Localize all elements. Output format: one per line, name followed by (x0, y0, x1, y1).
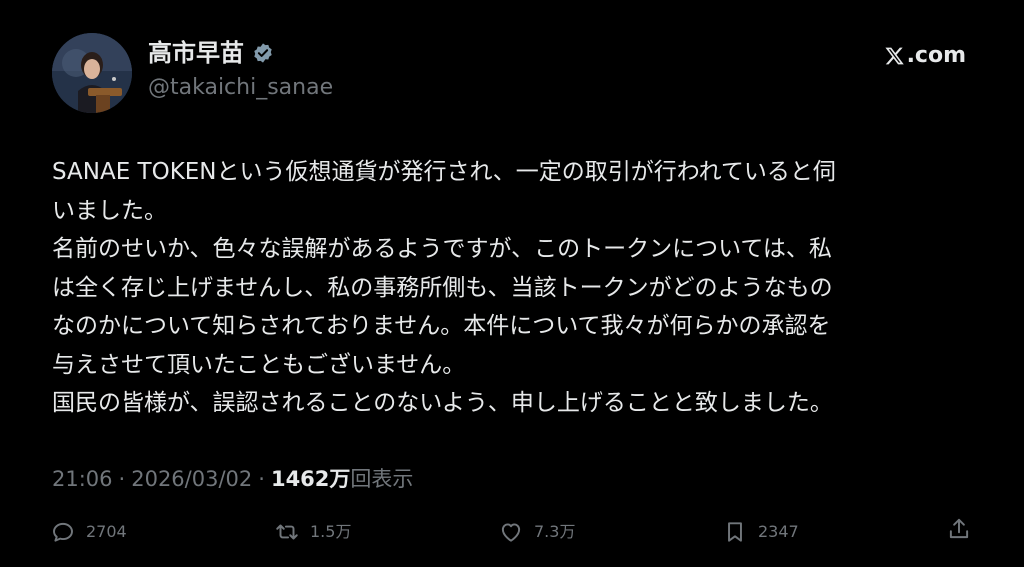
tweet-line: 国民の皆様が、誤認されることのないよう、申し上げることと致しました。 (52, 390, 833, 416)
bookmark-icon (728, 522, 742, 542)
profile-photo (52, 33, 132, 113)
like-count: 7.3万 (534, 522, 576, 541)
author-name-row[interactable]: 高市早苗 (148, 38, 274, 68)
x-logo-icon (884, 47, 904, 65)
tweet-date[interactable]: 2026/03/02 (131, 464, 252, 494)
tweet-body: SANAE TOKENという仮想通貨が発行され、一定の取引が行われていると伺 い… (52, 153, 972, 423)
site-label: .com (884, 42, 966, 70)
share-icon (949, 518, 969, 539)
views-count: 1462万 (270, 467, 351, 491)
views-label: 回表示 (350, 467, 414, 491)
tweet-line: なのかについて知らされておりません。本件について我々が何らかの承認を (52, 313, 831, 339)
bookmark-count: 2347 (758, 522, 799, 541)
action-bar: 2704 1.5万 7.3万 2347 (50, 516, 980, 548)
reply-icon (53, 522, 73, 542)
share-button[interactable] (946, 516, 972, 542)
repost-icon (276, 524, 298, 540)
tweet-line: 与えさせて頂いたこともございません。 (52, 351, 466, 378)
site-domain: .com (906, 43, 966, 68)
author-handle[interactable]: @takaichi_sanae (148, 74, 333, 102)
like-button[interactable]: 7.3万 (498, 516, 575, 548)
verified-badge-icon[interactable] (252, 42, 274, 64)
display-name[interactable]: 高市早苗 (148, 38, 244, 68)
repost-count: 1.5万 (310, 522, 352, 541)
meta-separator: · (258, 467, 265, 491)
tweet-line: は全く存じ上げませんし、私の事務所側も、当該トークンがどのようなもの (52, 274, 833, 301)
tweet-meta: 21:06 · 2026/03/02 · 1462万 回表示 (52, 464, 413, 494)
tweet-line: SANAE TOKENという仮想通貨が発行され、一定の取引が行われていると伺 (52, 159, 836, 185)
tweet-time[interactable]: 21:06 (52, 464, 113, 494)
heart-icon (501, 523, 521, 542)
reply-count: 2704 (86, 522, 127, 541)
reply-button[interactable]: 2704 (50, 516, 127, 548)
tweet-line: いました。 (52, 197, 167, 224)
bookmark-button[interactable]: 2347 (722, 516, 799, 548)
repost-button[interactable]: 1.5万 (274, 516, 351, 548)
avatar[interactable] (52, 33, 132, 113)
tweet-line: 名前のせいか、色々な誤解があるようですが、このトークンについては、私 (52, 236, 832, 262)
meta-separator: · (118, 467, 126, 491)
